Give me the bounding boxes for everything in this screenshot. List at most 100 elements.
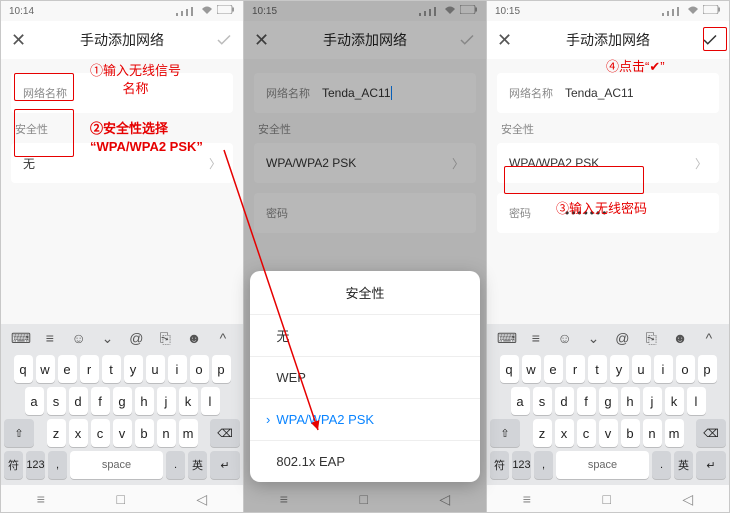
key-n[interactable]: n [643,419,662,447]
key-x[interactable]: x [555,419,574,447]
key-shift[interactable]: ⇧ [490,419,520,447]
key-m[interactable]: m [179,419,198,447]
close-icon[interactable]: ✕ [11,30,35,51]
key-lang[interactable]: 英 [188,451,207,479]
key-a[interactable]: a [25,387,44,415]
key-m[interactable]: m [665,419,684,447]
close-icon[interactable]: ✕ [254,30,278,51]
key-c[interactable]: c [91,419,110,447]
key-enter[interactable]: ↵ [696,451,726,479]
key-g[interactable]: g [113,387,132,415]
key-enter[interactable]: ↵ [210,451,240,479]
key-h[interactable]: h [135,387,154,415]
kb-util-icon[interactable]: ^ [698,330,720,347]
key-u[interactable]: u [632,355,651,383]
key-r[interactable]: r [80,355,99,383]
key-z[interactable]: z [47,419,66,447]
confirm-icon[interactable] [209,31,233,49]
sheet-item-wep[interactable]: ›WEP [250,356,480,398]
key-numeric[interactable]: 123 [512,451,531,479]
kb-util-icon[interactable]: ≡ [525,330,547,347]
sheet-item-wpa[interactable]: ›WPA/WPA2 PSK [250,398,480,440]
key-comma[interactable]: , [48,451,67,479]
key-f[interactable]: f [91,387,110,415]
network-name-input[interactable]: 网络名称 Tenda_AC11 [497,73,719,113]
key-p[interactable]: p [698,355,717,383]
kb-util-icon[interactable]: ⌨ [10,330,32,347]
key-c[interactable]: c [577,419,596,447]
kb-util-icon[interactable]: ^ [212,330,234,347]
nav-back-icon[interactable]: ◁ [196,491,207,508]
key-w[interactable]: w [522,355,541,383]
nav-home-icon[interactable]: □ [602,491,610,508]
key-shift[interactable]: ⇧ [4,419,34,447]
key-l[interactable]: l [201,387,220,415]
key-s[interactable]: s [533,387,552,415]
key-d[interactable]: d [555,387,574,415]
security-select[interactable]: WPA/WPA2 PSK 〉 [497,143,719,183]
key-t[interactable]: t [588,355,607,383]
key-o[interactable]: o [676,355,695,383]
nav-home-icon[interactable]: □ [359,491,367,508]
kb-util-icon[interactable]: ⎘ [154,330,176,347]
kb-util-icon[interactable]: ☺ [554,330,576,347]
password-input[interactable]: 密码 [254,193,476,233]
key-w[interactable]: w [36,355,55,383]
key-r[interactable]: r [566,355,585,383]
key-j[interactable]: j [643,387,662,415]
key-h[interactable]: h [621,387,640,415]
kb-util-icon[interactable]: ⌄ [583,330,605,347]
kb-util-icon[interactable]: ☺ [68,330,90,347]
sheet-item-eap[interactable]: ›802.1x EAP [250,440,480,482]
kb-util-icon[interactable]: ⌨ [496,330,518,347]
sheet-item-none[interactable]: ›无 [250,314,480,356]
security-select[interactable]: WPA/WPA2 PSK 〉 [254,143,476,183]
kb-util-icon[interactable]: @ [125,330,147,347]
key-symbol[interactable]: 符 [490,451,509,479]
key-e[interactable]: e [544,355,563,383]
kb-util-icon[interactable]: ☻ [669,330,691,347]
key-backspace[interactable]: ⌫ [696,419,726,447]
key-y[interactable]: y [610,355,629,383]
kb-util-icon[interactable]: ≡ [39,330,61,347]
nav-menu-icon[interactable]: ≡ [280,491,288,508]
key-u[interactable]: u [146,355,165,383]
key-q[interactable]: q [500,355,519,383]
key-lang[interactable]: 英 [674,451,693,479]
key-x[interactable]: x [69,419,88,447]
key-space[interactable]: space [70,451,163,479]
key-dot[interactable]: . [652,451,671,479]
close-icon[interactable]: ✕ [497,30,521,51]
key-k[interactable]: k [665,387,684,415]
key-symbol[interactable]: 符 [4,451,23,479]
key-k[interactable]: k [179,387,198,415]
nav-menu-icon[interactable]: ≡ [523,491,531,508]
key-n[interactable]: n [157,419,176,447]
confirm-icon[interactable] [452,31,476,49]
kb-util-icon[interactable]: ⎘ [640,330,662,347]
keyboard[interactable]: ⌨ ≡ ☺ ⌄ @ ⎘ ☻ ^ qwertyuiop asdfghjkl ⇧ z… [487,324,729,485]
network-name-input[interactable]: 网络名称 Tenda_AC11 [254,73,476,113]
key-y[interactable]: y [124,355,143,383]
kb-util-icon[interactable]: ⌄ [97,330,119,347]
key-v[interactable]: v [599,419,618,447]
key-p[interactable]: p [212,355,231,383]
key-o[interactable]: o [190,355,209,383]
key-z[interactable]: z [533,419,552,447]
network-name-input[interactable]: 网络名称 [11,73,233,113]
key-i[interactable]: i [654,355,673,383]
key-t[interactable]: t [102,355,121,383]
kb-util-icon[interactable]: @ [611,330,633,347]
key-b[interactable]: b [135,419,154,447]
nav-back-icon[interactable]: ◁ [682,491,693,508]
kb-util-icon[interactable]: ☻ [183,330,205,347]
key-b[interactable]: b [621,419,640,447]
key-backspace[interactable]: ⌫ [210,419,240,447]
key-l[interactable]: l [687,387,706,415]
nav-back-icon[interactable]: ◁ [439,491,450,508]
key-e[interactable]: e [58,355,77,383]
key-j[interactable]: j [157,387,176,415]
key-space[interactable]: space [556,451,649,479]
key-g[interactable]: g [599,387,618,415]
password-input[interactable]: 密码 ••••••• [497,193,719,233]
